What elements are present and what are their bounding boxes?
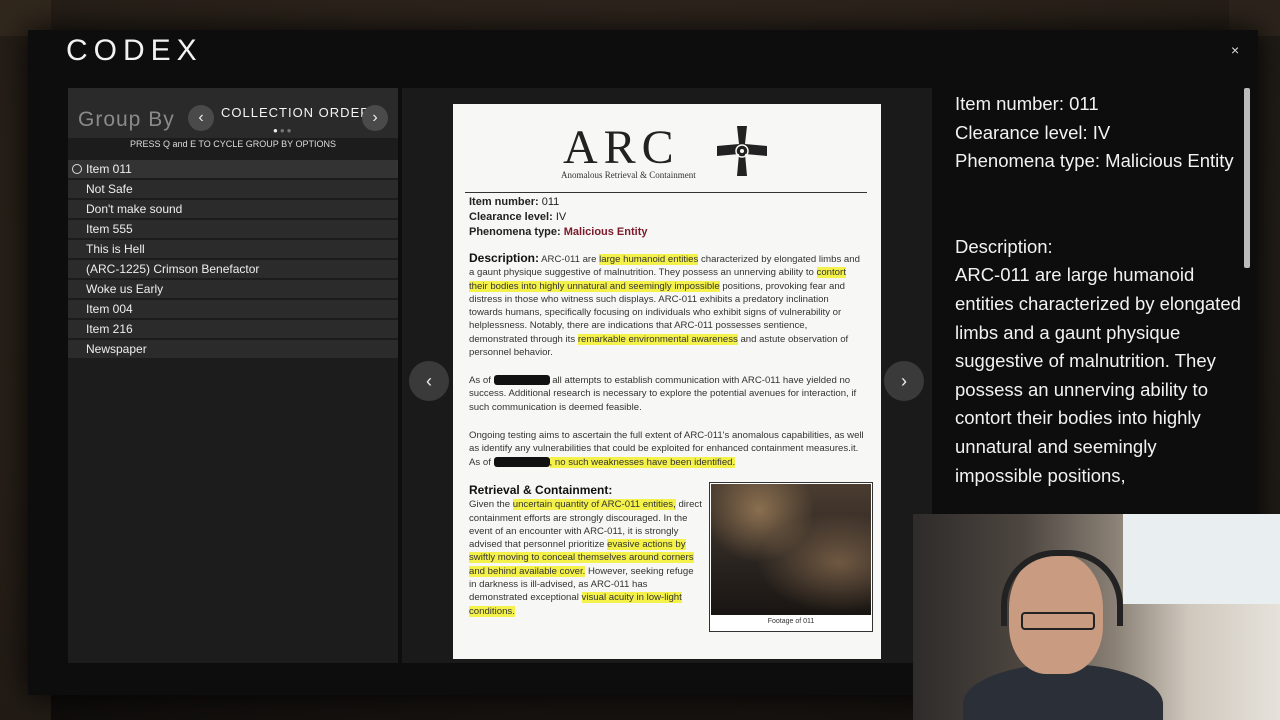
document-page: ARC Anomalous Retrieval & Containment It… (453, 104, 881, 659)
radio-icon (72, 164, 82, 174)
redaction-bar (493, 375, 550, 386)
arc-subtitle: Anomalous Retrieval & Containment (561, 170, 696, 180)
list-item[interactable]: Don't make sound (68, 200, 398, 218)
prev-page-button[interactable]: ‹ (409, 361, 449, 401)
doc-testing-paragraph: Ongoing testing aims to ascertain the fu… (469, 430, 864, 468)
arc-logo-text: ARC (563, 121, 680, 174)
doc-retrieval: Retrieval & Containment: Given the uncer… (469, 483, 702, 617)
redaction-bar (493, 457, 550, 468)
list-item[interactable]: Item 004 (68, 300, 398, 318)
doc-phenomena: Phenomena type: Malicious Entity (469, 226, 648, 238)
groupby-page-dots: ●●● (273, 126, 294, 135)
doc-clearance: Clearance level: IV (469, 211, 567, 223)
doc-communication-paragraph: As of all attempts to establish communic… (469, 375, 857, 413)
next-page-button[interactable]: › (884, 361, 924, 401)
list-item[interactable]: Not Safe (68, 180, 398, 198)
webcam-overlay (913, 514, 1280, 720)
list-item[interactable]: Item 216 (68, 320, 398, 338)
page-title: CODEX (66, 34, 203, 67)
groupby-next-button[interactable]: › (362, 105, 388, 131)
item-list: Item 011 Not Safe Don't make sound Item … (68, 160, 398, 360)
groupby-value: COLLECTION ORDER (221, 105, 371, 120)
doc-item-number: Item number: 011 (469, 196, 560, 208)
webcam-window-light (1123, 514, 1280, 604)
photo-caption: Footage of 011 (767, 618, 815, 625)
list-item[interactable]: This is Hell (68, 240, 398, 258)
list-item[interactable]: (ARC-1225) Crimson Benefactor (68, 260, 398, 278)
list-item[interactable]: Item 555 (68, 220, 398, 238)
divider (465, 192, 867, 193)
list-item[interactable]: Woke us Early (68, 280, 398, 298)
detail-scrollbar[interactable] (1244, 88, 1250, 268)
close-icon[interactable]: × (1231, 42, 1239, 58)
detail-clearance: Clearance level: IV (955, 121, 1111, 143)
glasses-icon (1021, 612, 1095, 630)
footage-image (711, 484, 871, 615)
detail-description-text: ARC-011 are large humanoid entities char… (955, 264, 1241, 486)
detail-phenomena: Phenomena type: Malicious Entity (955, 150, 1234, 172)
list-item[interactable]: Newspaper (68, 340, 398, 358)
groupby-hint: PRESS Q and E TO CYCLE GROUP BY OPTIONS (130, 139, 336, 149)
footage-photo: Footage of 011 (709, 482, 873, 632)
detail-text-panel: Item number: 011 Clearance level: IV Phe… (955, 90, 1245, 490)
arc-cross-icon (717, 126, 767, 176)
detail-description-label: Description: (955, 235, 1053, 257)
doc-description: Description: ARC-011 are large humanoid … (469, 251, 860, 359)
groupby-label: Group By (78, 108, 175, 131)
detail-item-number: Item number: 011 (955, 93, 1099, 114)
list-item[interactable]: Item 011 (68, 160, 398, 178)
groupby-prev-button[interactable]: ‹ (188, 105, 214, 131)
